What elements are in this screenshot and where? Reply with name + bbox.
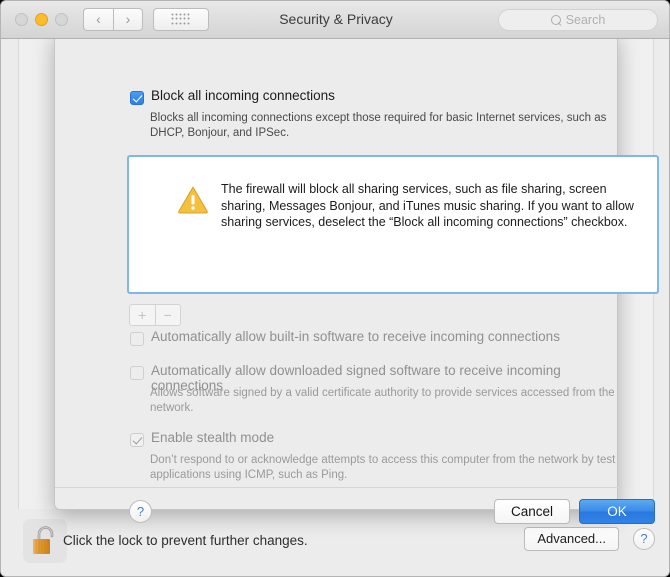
list-controls: + −: [129, 304, 181, 326]
warning-triangle-icon: [178, 186, 208, 214]
sheet-divider: [55, 487, 619, 488]
ok-button[interactable]: OK: [579, 499, 655, 524]
window-titlebar: ‹ › Security & Privacy Search: [1, 1, 669, 39]
advanced-button[interactable]: Advanced...: [524, 527, 619, 551]
remove-app-button[interactable]: −: [154, 304, 181, 326]
cancel-button[interactable]: Cancel: [494, 499, 570, 524]
lock-message: Click the lock to prevent further change…: [63, 533, 308, 548]
auto-signed-checkbox[interactable]: [130, 366, 144, 380]
search-icon: [550, 14, 562, 26]
security-privacy-window: Click the lock to prevent further change…: [0, 0, 670, 577]
sheet-help-button[interactable]: ?: [129, 500, 152, 523]
stealth-mode-label: Enable stealth mode: [151, 430, 275, 445]
warning-listbox[interactable]: The firewall will block all sharing serv…: [127, 155, 659, 294]
lock-button[interactable]: [23, 519, 67, 563]
block-all-label: Block all incoming connections: [151, 88, 335, 103]
firewall-options-sheet: Block all incoming connections Blocks al…: [54, 32, 659, 524]
auto-builtin-checkbox[interactable]: [130, 332, 144, 346]
unlocked-padlock-icon: [33, 526, 54, 554]
warning-text: The firewall will block all sharing serv…: [221, 182, 634, 229]
auto-builtin-label: Automatically allow built-in software to…: [151, 329, 560, 344]
stealth-mode-checkbox[interactable]: [130, 433, 144, 447]
auto-signed-description: Allows software signed by a valid certif…: [150, 387, 615, 414]
search-placeholder: Search: [565, 13, 606, 27]
stealth-mode-description: Don’t respond to or acknowledge attempts…: [150, 454, 616, 481]
search-field[interactable]: Search: [498, 9, 658, 31]
help-button[interactable]: ?: [633, 528, 655, 550]
block-all-description: Blocks all incoming connections except t…: [150, 112, 607, 139]
block-all-checkbox[interactable]: [130, 91, 144, 105]
add-app-button[interactable]: +: [129, 304, 155, 326]
